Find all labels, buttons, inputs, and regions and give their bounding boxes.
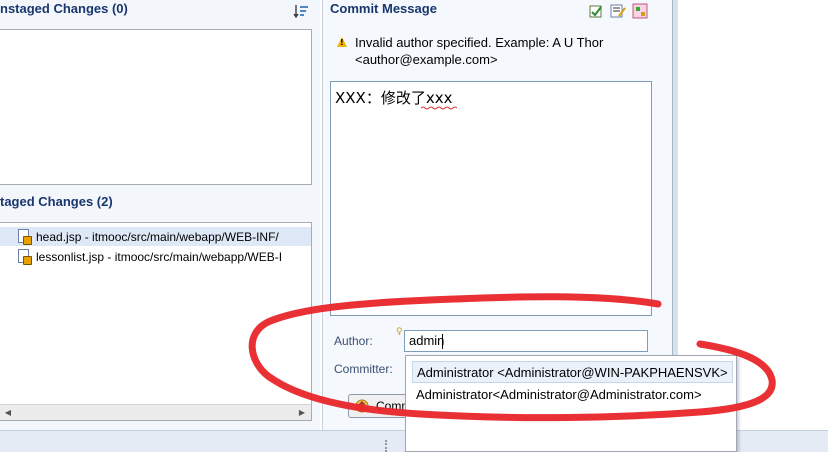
commit-message-text[interactable]: XXX：修改了xxx [335, 87, 452, 108]
spellcheck-underline [421, 106, 457, 110]
unstaged-file-list[interactable] [0, 29, 312, 185]
file-label: head.jsp - itmooc/src/main/webapp/WEB-IN… [36, 229, 279, 244]
list-item[interactable]: head.jsp - itmooc/src/main/webapp/WEB-IN… [0, 227, 311, 246]
add-signoff-icon[interactable] [588, 3, 604, 19]
warning-text-line2: <author@example.com> [355, 52, 498, 67]
author-field[interactable]: admin [404, 330, 648, 352]
amend-icon[interactable] [610, 3, 626, 19]
warning-text-line1: Invalid author specified. Example: A U T… [355, 35, 604, 50]
autocomplete-option[interactable]: Administrator <Administrator@WIN-PAKPHAE… [412, 361, 733, 383]
scroll-left-icon[interactable]: ◀ [0, 405, 16, 421]
scroll-right-icon[interactable]: ▶ [294, 405, 310, 421]
settings-icon[interactable] [632, 3, 648, 19]
commit-message-editor[interactable]: XXX：修改了xxx [330, 81, 652, 316]
text-cursor [442, 334, 443, 349]
author-label: Author: [334, 334, 373, 348]
sort-icon[interactable] [293, 3, 309, 19]
popup-option-list: Administrator <Administrator@WIN-PAKPHAE… [406, 356, 736, 412]
committer-label: Committer: [334, 362, 393, 376]
staged-file-list[interactable]: head.jsp - itmooc/src/main/webapp/WEB-IN… [0, 222, 312, 421]
jsp-file-icon [16, 228, 32, 245]
list-item[interactable]: lessonlist.jsp - itmooc/src/main/webapp/… [0, 247, 311, 266]
horizontal-scrollbar[interactable]: ◀ ▶ [0, 404, 311, 420]
commit-icon [354, 398, 370, 414]
drag-dots [385, 440, 388, 452]
unstaged-title: nstaged Changes (0) [0, 1, 128, 16]
file-label: lessonlist.jsp - itmooc/src/main/webapp/… [36, 249, 283, 264]
author-autocomplete-popup[interactable]: Administrator <Administrator@WIN-PAKPHAE… [405, 355, 737, 452]
commit-message-title: Commit Message [330, 1, 437, 16]
staged-title: taged Changes (2) [0, 194, 113, 209]
warning-mark: ! [340, 38, 344, 47]
jsp-file-icon [16, 248, 32, 265]
autocomplete-option[interactable]: Administrator<Administrator@Administrato… [412, 384, 706, 406]
content-assist-icon: ♀ [396, 327, 403, 337]
